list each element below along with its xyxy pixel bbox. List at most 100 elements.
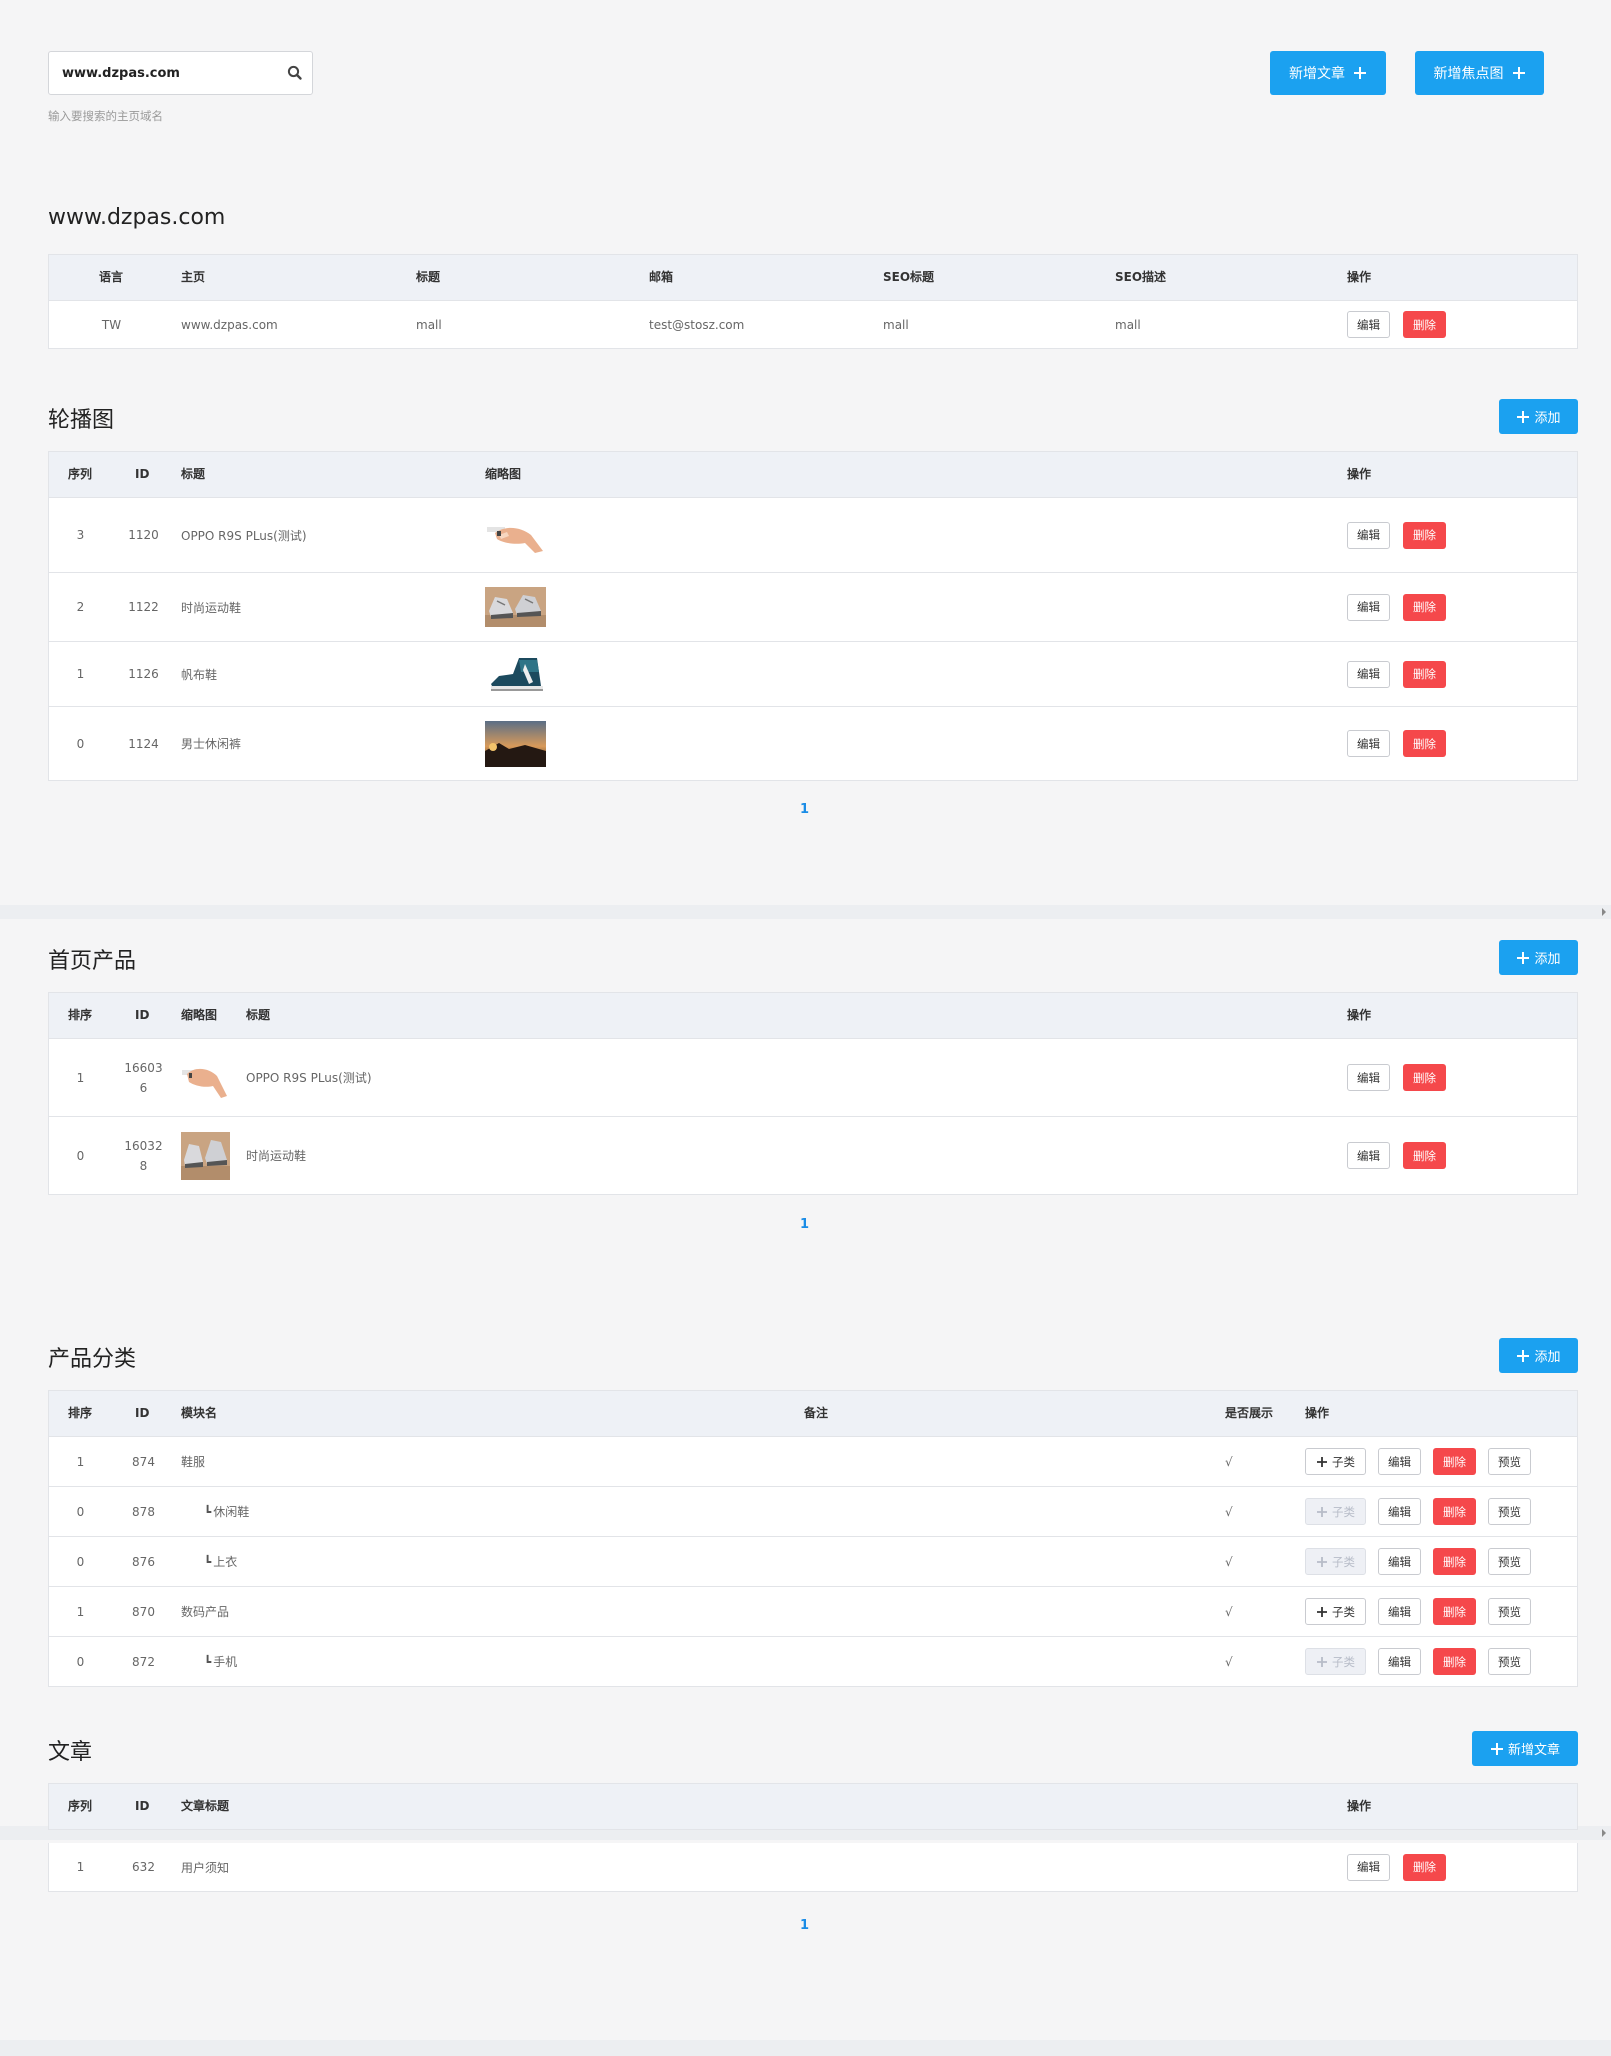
- cell-actions: 编辑 删除: [1347, 301, 1446, 348]
- search-icon[interactable]: [286, 64, 304, 82]
- scroll-right-icon[interactable]: [1601, 907, 1607, 917]
- articles-add-button[interactable]: 新增文章: [1472, 1731, 1578, 1766]
- table-row: 3 1120 OPPO R9S PLus(测试) 编辑 删除: [49, 498, 1577, 573]
- edit-button[interactable]: 编辑: [1378, 1548, 1421, 1575]
- plus-icon: [1316, 1656, 1328, 1668]
- carousel-add-button[interactable]: 添加: [1499, 399, 1578, 434]
- delete-button[interactable]: 删除: [1403, 593, 1446, 621]
- preview-button[interactable]: 预览: [1488, 1648, 1531, 1675]
- cell-order: 1: [76, 1454, 85, 1469]
- delete-button[interactable]: 删除: [1403, 1853, 1446, 1881]
- delete-button[interactable]: 删除: [1433, 1648, 1476, 1675]
- cell-actions: 编辑 删除: [1347, 1843, 1446, 1891]
- edit-button[interactable]: 编辑: [1378, 1448, 1421, 1475]
- preview-button[interactable]: 预览: [1488, 1598, 1531, 1625]
- preview-button[interactable]: 预览: [1488, 1548, 1531, 1575]
- cell-order: 0: [76, 1148, 85, 1163]
- scroll-right-icon[interactable]: [1601, 1828, 1607, 1838]
- edit-button[interactable]: 编辑: [1347, 660, 1390, 688]
- cell-display: √: [1225, 1654, 1233, 1669]
- preview-button[interactable]: 预览: [1488, 1498, 1531, 1525]
- articles-table: 序列 ID 文章标题 操作: [48, 1783, 1578, 1830]
- new-focus-button[interactable]: 新增焦点图: [1415, 51, 1544, 95]
- edit-button[interactable]: 编辑: [1347, 521, 1390, 549]
- edit-button[interactable]: 编辑: [1347, 593, 1390, 621]
- cell-id: 872: [132, 1654, 155, 1669]
- header-order: 序列: [68, 1799, 93, 1813]
- cell-seo-desc: mall: [1115, 317, 1141, 332]
- tree-branch-icon: ┗: [204, 1654, 212, 1669]
- header-seo-desc: SEO描述: [1115, 270, 1167, 284]
- delete-button[interactable]: 删除: [1433, 1548, 1476, 1575]
- cell-order: 0: [76, 1554, 85, 1569]
- delete-button[interactable]: 删除: [1403, 730, 1446, 757]
- add-subcategory-label: 子类: [1332, 1454, 1355, 1469]
- edit-button[interactable]: 编辑: [1347, 1142, 1390, 1169]
- header-actions: 操作: [1347, 1799, 1372, 1813]
- table-row: 0 878 ┗ 休闲鞋 √ 子类 编辑 删除 预览: [49, 1487, 1577, 1537]
- delete-button[interactable]: 删除: [1433, 1598, 1476, 1625]
- articles-add-label: 新增文章: [1507, 1743, 1560, 1758]
- header-thumbnail: 缩略图: [485, 467, 522, 481]
- cell-title: 男士休闲裤: [181, 737, 242, 751]
- delete-button[interactable]: 删除: [1403, 521, 1446, 549]
- cell-order: 0: [76, 736, 85, 751]
- edit-button[interactable]: 编辑: [1347, 311, 1390, 338]
- cell-id: 874: [132, 1454, 155, 1469]
- cell-id: 16603 6: [112, 1039, 175, 1116]
- edit-button[interactable]: 编辑: [1378, 1648, 1421, 1675]
- articles-page-1[interactable]: 1: [800, 1918, 809, 1933]
- module-name: 休闲鞋: [213, 1505, 250, 1519]
- edit-button[interactable]: 编辑: [1347, 1064, 1390, 1091]
- home-products-page-1[interactable]: 1: [800, 1217, 809, 1232]
- new-article-label: 新增文章: [1289, 66, 1345, 82]
- cell-id: 870: [132, 1604, 155, 1619]
- cell-title: 时尚运动鞋: [181, 600, 242, 615]
- home-products-table: 排序 ID 缩略图 标题 操作 1 16603 6 OPPO R9S PLus(…: [48, 992, 1578, 1195]
- edit-button[interactable]: 编辑: [1378, 1498, 1421, 1525]
- cell-order: 0: [76, 1654, 85, 1669]
- carousel-title: 轮播图: [48, 408, 115, 433]
- edit-button[interactable]: 编辑: [1347, 1853, 1390, 1881]
- cell-actions: 编辑 删除: [1347, 1039, 1446, 1116]
- delete-button[interactable]: 删除: [1403, 1064, 1446, 1091]
- bottom-scrollbar[interactable]: [0, 2040, 1611, 2056]
- delete-button[interactable]: 删除: [1403, 311, 1446, 338]
- delete-button[interactable]: 删除: [1433, 1448, 1476, 1475]
- search-input[interactable]: [62, 62, 272, 84]
- tree-branch-icon: ┗: [204, 1504, 212, 1519]
- cell-title: OPPO R9S PLus(测试): [246, 1071, 372, 1085]
- header-module-name: 模块名: [181, 1406, 218, 1420]
- header-title: 标题: [246, 1008, 271, 1022]
- add-subcategory-button[interactable]: 子类: [1305, 1598, 1366, 1625]
- cell-title: 时尚运动鞋: [246, 1149, 307, 1163]
- add-subcategory-label: 子类: [1332, 1504, 1355, 1519]
- articles-table-header: 序列 ID 文章标题 操作: [49, 1784, 1577, 1830]
- header-display: 是否展示: [1225, 1406, 1274, 1420]
- home-products-add-button[interactable]: 添加: [1499, 940, 1578, 975]
- plus-icon: [1512, 66, 1526, 80]
- preview-button[interactable]: 预览: [1488, 1448, 1531, 1475]
- delete-button[interactable]: 删除: [1403, 660, 1446, 688]
- header-id: ID: [135, 467, 150, 481]
- add-subcategory-label: 子类: [1332, 1554, 1355, 1569]
- delete-button[interactable]: 删除: [1403, 1142, 1446, 1169]
- edit-button[interactable]: 编辑: [1347, 730, 1390, 757]
- cell-id-line: 16603: [124, 1060, 163, 1075]
- add-subcategory-button[interactable]: 子类: [1305, 1448, 1366, 1475]
- header-actions: 操作: [1347, 270, 1372, 284]
- add-subcategory-button: 子类: [1305, 1648, 1366, 1675]
- canvas-shoe-image: [485, 654, 546, 694]
- cell-thumbnail: [181, 1039, 230, 1116]
- edit-button[interactable]: 编辑: [1378, 1598, 1421, 1625]
- site-title: www.dzpas.com: [48, 205, 226, 230]
- delete-button[interactable]: 删除: [1433, 1498, 1476, 1525]
- articles-title: 文章: [48, 1740, 93, 1765]
- cell-id: 1124: [128, 736, 159, 751]
- cell-module-name: ┗ 上衣: [204, 1537, 237, 1586]
- carousel-page-1[interactable]: 1: [800, 802, 809, 817]
- cell-order: 2: [76, 600, 85, 614]
- new-article-button[interactable]: 新增文章: [1270, 51, 1386, 95]
- cell-thumbnail: [485, 498, 546, 572]
- categories-add-button[interactable]: 添加: [1499, 1338, 1578, 1373]
